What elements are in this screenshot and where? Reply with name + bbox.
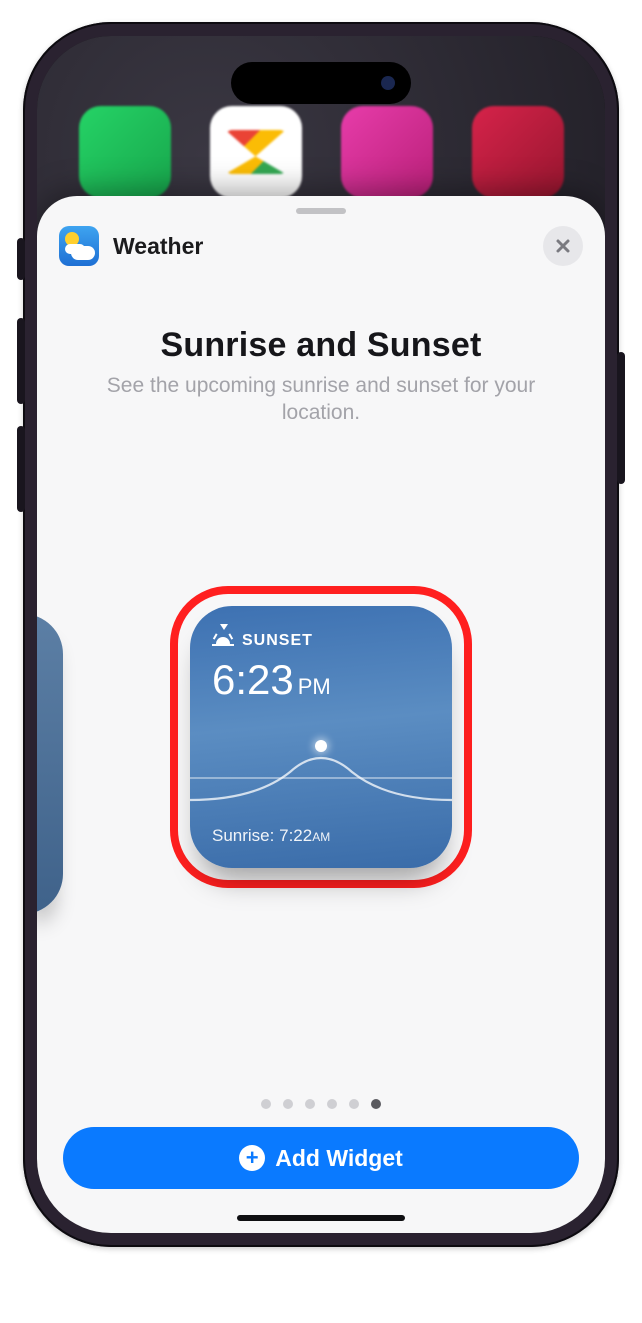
mute-switch: [17, 238, 25, 280]
sunrise-time-value: 7:22: [279, 826, 312, 845]
sunrise-row: Sunrise: 7:22AM: [212, 826, 330, 846]
widget-header-row: SUNSET: [212, 630, 430, 652]
sunset-icon: [212, 630, 234, 652]
sunrise-label: Sunrise:: [212, 826, 274, 845]
page-dot-active[interactable]: [371, 1099, 381, 1109]
page-dot[interactable]: [283, 1099, 293, 1109]
home-app-icon: [341, 106, 433, 198]
side-button: [617, 352, 625, 484]
home-app-icon: [472, 106, 564, 198]
widget-title: Sunrise and Sunset: [37, 326, 605, 365]
page-dot[interactable]: [261, 1099, 271, 1109]
home-app-row: [37, 92, 605, 212]
close-icon: [555, 238, 571, 254]
volume-down-button: [17, 426, 25, 512]
widget-description: See the upcoming sunrise and sunset for …: [77, 372, 565, 426]
sheet-grabber[interactable]: [296, 208, 346, 214]
widget-preview-area: SUNSET 6:23PM S: [37, 586, 605, 888]
sun-path-graphic: [190, 722, 452, 812]
home-indicator[interactable]: [237, 1215, 405, 1221]
sunset-ampm: PM: [298, 674, 331, 700]
widget-picker-sheet: Weather Sunrise and Sunset See the upcom…: [37, 196, 605, 1233]
dynamic-island: [231, 62, 411, 104]
app-name-label: Weather: [113, 233, 203, 260]
weather-app-icon: [59, 226, 99, 266]
close-button[interactable]: [543, 226, 583, 266]
page-dot[interactable]: [349, 1099, 359, 1109]
widget-header-label: SUNSET: [242, 632, 313, 650]
widget-preview-card[interactable]: SUNSET 6:23PM S: [190, 606, 452, 868]
home-app-icon: [210, 106, 302, 198]
home-app-icon: [79, 106, 171, 198]
annotation-highlight: SUNSET 6:23PM S: [170, 586, 472, 888]
sunrise-ampm: AM: [312, 830, 330, 844]
sheet-header: Weather: [37, 226, 605, 266]
page-indicator[interactable]: [37, 1099, 605, 1109]
phone-frame: Weather Sunrise and Sunset See the upcom…: [23, 22, 619, 1247]
add-widget-button[interactable]: + Add Widget: [63, 1127, 579, 1189]
sunset-time: 6:23PM: [212, 656, 430, 704]
volume-up-button: [17, 318, 25, 404]
screen: Weather Sunrise and Sunset See the upcom…: [37, 36, 605, 1233]
page-dot[interactable]: [327, 1099, 337, 1109]
add-widget-label: Add Widget: [275, 1145, 403, 1172]
sun-position-dot: [315, 740, 327, 752]
page-dot[interactable]: [305, 1099, 315, 1109]
sunset-time-value: 6:23: [212, 656, 294, 704]
plus-circle-icon: +: [239, 1145, 265, 1171]
